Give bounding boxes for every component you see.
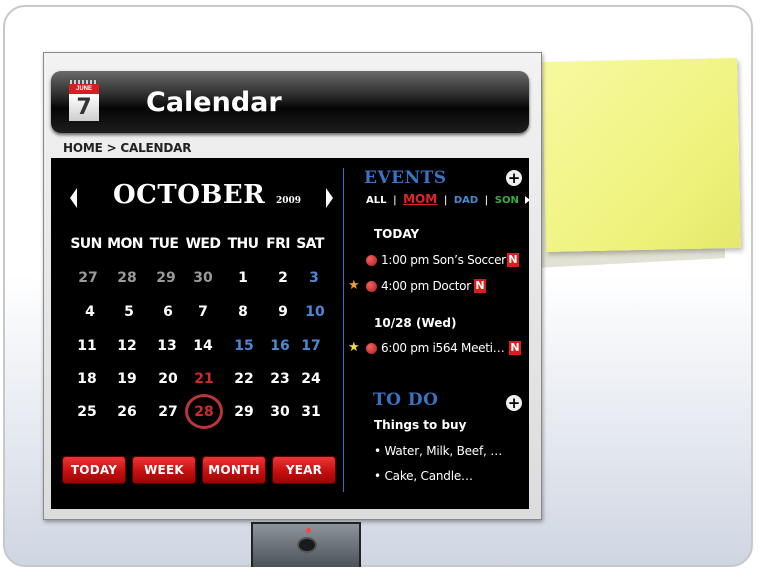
week-row: 11 12 13 14 15 16 17: [68, 336, 326, 356]
event-item[interactable]: ★ 6:00 pm i564 Meeti… N: [348, 340, 526, 356]
red-dot-icon: [366, 255, 377, 266]
breadcrumb-current: CALENDAR: [120, 141, 192, 155]
later-events-label: 10/28 (Wed): [374, 316, 457, 330]
todo-item[interactable]: • Cake, Candle…: [374, 469, 473, 483]
add-event-plus-icon[interactable]: +: [506, 170, 522, 186]
add-todo-plus-icon[interactable]: +: [506, 395, 522, 411]
breadcrumb-home[interactable]: HOME: [63, 141, 103, 155]
day-cell[interactable]: 18: [67, 369, 107, 389]
filter-all[interactable]: ALL: [366, 195, 386, 206]
weekday-wed: WED: [185, 236, 221, 252]
day-cell[interactable]: 20: [148, 369, 188, 389]
todo-subtitle: Things to buy: [374, 418, 467, 432]
day-cell[interactable]: 17: [291, 336, 331, 356]
month-name: OCTOBER: [113, 180, 266, 210]
day-cell[interactable]: 14: [183, 336, 223, 356]
next-month-arrow-icon[interactable]: [326, 188, 333, 208]
week-button[interactable]: WEEK: [132, 456, 196, 484]
day-cell[interactable]: 27: [148, 402, 188, 422]
day-cell[interactable]: 22: [224, 369, 264, 389]
day-cell[interactable]: 19: [107, 369, 147, 389]
day-cell[interactable]: 8: [223, 302, 263, 322]
week-row: 18 19 20 21 22 23 24: [68, 369, 326, 389]
filter-separator: |: [443, 195, 448, 206]
day-cell[interactable]: 24: [291, 369, 331, 389]
day-cell[interactable]: 28: [107, 268, 147, 288]
day-cell[interactable]: 15: [224, 336, 264, 356]
star-icon: ★: [348, 340, 360, 355]
day-cell[interactable]: 29: [146, 268, 186, 288]
day-cell[interactable]: 6: [148, 302, 188, 322]
event-text: 4:00 pm Doctor: [381, 279, 471, 293]
new-badge: N: [509, 341, 521, 355]
filter-dad[interactable]: DAD: [454, 195, 478, 206]
year-label: 2009: [276, 196, 302, 206]
todo-item[interactable]: • Water, Milk, Beef, …: [374, 444, 502, 458]
day-cell[interactable]: 13: [147, 336, 187, 356]
red-dot-icon: [366, 281, 377, 292]
event-item[interactable]: ★ 4:00 pm Doctor N: [348, 278, 526, 294]
day-cell[interactable]: 12: [107, 336, 147, 356]
breadcrumb: HOME > CALENDAR: [63, 141, 191, 155]
weekday-mon: MON: [107, 236, 143, 252]
calendar-icon-month: JUNE: [69, 84, 99, 94]
day-cell[interactable]: 26: [107, 402, 147, 422]
star-icon: ★: [348, 278, 360, 293]
day-cell[interactable]: 29: [224, 402, 264, 422]
day-cell[interactable]: 4: [70, 302, 110, 322]
calendar-icon: JUNE 7: [67, 80, 101, 122]
red-dot-icon: [366, 343, 377, 354]
weekday-thu: THU: [227, 236, 259, 252]
filter-separator: |: [392, 195, 397, 206]
new-badge: N: [507, 253, 519, 267]
weekday-tue: TUE: [149, 236, 179, 252]
event-item[interactable]: 1:00 pm Son’s Soccer N: [348, 252, 526, 268]
day-cell[interactable]: 7: [183, 302, 223, 322]
month-button[interactable]: MONTH: [202, 456, 266, 484]
page-title: Calendar: [146, 87, 282, 118]
camera-led-icon: [306, 528, 311, 533]
filter-son[interactable]: SON: [495, 195, 519, 206]
week-row: 4 5 6 7 8 9 10: [68, 302, 326, 322]
week-row: 27 28 29 30 1 2 3: [68, 268, 326, 288]
panel-divider: [343, 168, 344, 492]
day-cell[interactable]: 3: [294, 268, 334, 288]
today-events-label: TODAY: [374, 227, 420, 241]
weekday-sat: SAT: [296, 236, 324, 252]
day-cell[interactable]: 1: [223, 268, 263, 288]
day-cell[interactable]: 30: [183, 268, 223, 288]
day-cell[interactable]: 25: [67, 402, 107, 422]
todo-title: TO DO: [373, 390, 439, 410]
app-header: [51, 71, 529, 133]
day-cell[interactable]: 21: [184, 369, 224, 389]
day-cell[interactable]: 10: [295, 302, 335, 322]
sticky-note[interactable]: [542, 57, 741, 253]
event-text: 6:00 pm i564 Meeti…: [381, 341, 505, 355]
prev-month-arrow-icon[interactable]: [70, 188, 77, 208]
day-cell[interactable]: 5: [109, 302, 149, 322]
day-cell[interactable]: 27: [68, 268, 108, 288]
camera-icon: [297, 537, 317, 553]
day-cell[interactable]: 11: [67, 336, 107, 356]
weekday-sun: SUN: [70, 236, 102, 252]
filter-mom[interactable]: MOM: [403, 192, 437, 206]
more-filters-arrow-icon[interactable]: [525, 196, 531, 204]
event-filters: ALL | MOM | DAD | SON: [366, 192, 531, 206]
weekday-header: SUN MON TUE WED THU FRI SAT: [68, 234, 326, 254]
week-row: 25 26 27 28 29 30 31: [67, 394, 326, 429]
filter-separator: |: [484, 195, 489, 206]
calendar-icon-day: 7: [69, 94, 99, 121]
day-cell[interactable]: 31: [291, 402, 331, 422]
event-text: 1:00 pm Son’s Soccer: [381, 253, 506, 267]
selected-day-cell[interactable]: 28: [184, 394, 224, 429]
year-button[interactable]: YEAR: [272, 456, 336, 484]
today-button[interactable]: TODAY: [62, 456, 126, 484]
breadcrumb-separator: >: [106, 141, 117, 155]
events-title: EVENTS: [364, 168, 447, 188]
new-badge: N: [474, 279, 486, 293]
